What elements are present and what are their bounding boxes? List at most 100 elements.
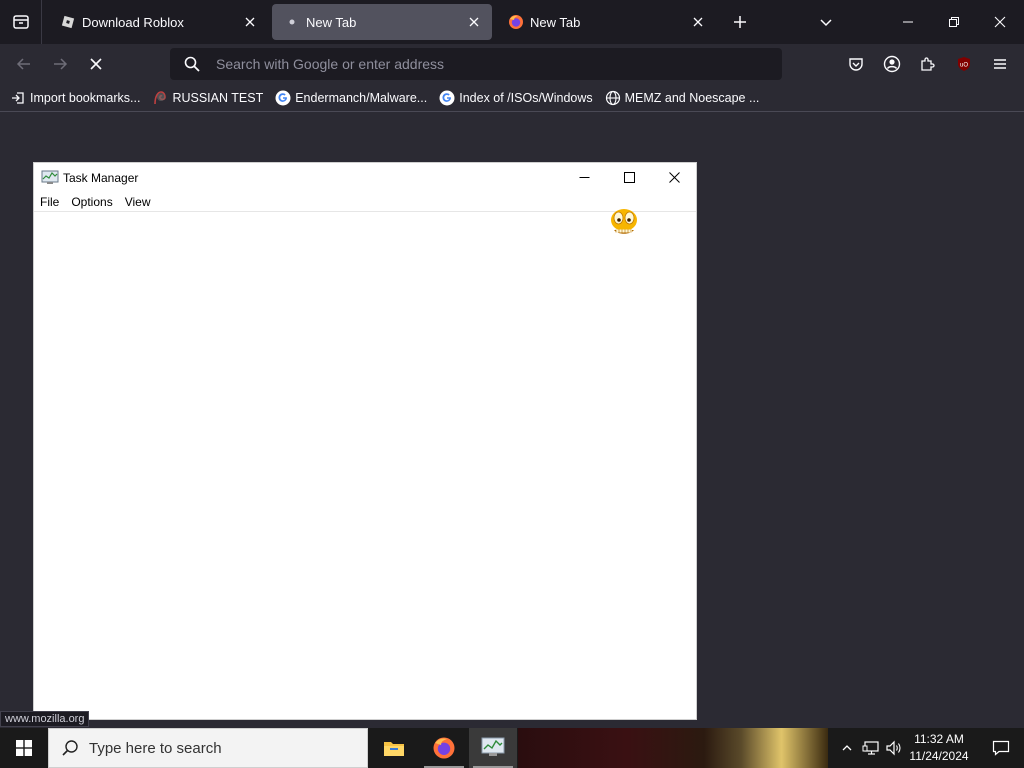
tab-new-tab[interactable]: New Tab — [496, 4, 716, 40]
dot-icon — [284, 14, 300, 30]
search-icon — [184, 56, 200, 72]
address-input[interactable] — [216, 56, 756, 72]
bookmark-label: Index of /ISOs/Windows — [459, 90, 593, 105]
bookmark-label: Endermanch/Malware... — [295, 90, 428, 105]
desktop-wallpaper-strip — [518, 728, 828, 768]
tm-maximize-button[interactable] — [606, 163, 652, 191]
network-tray-button[interactable] — [861, 738, 881, 758]
firefox-icon — [433, 737, 455, 759]
restore-icon — [949, 17, 959, 27]
taskbar-clock[interactable]: 11:32 AM 11/24/2024 — [904, 731, 974, 765]
bookmark-endermanch-malware[interactable]: Endermanch/Malware... — [275, 90, 427, 106]
firefox-view-icon — [12, 15, 29, 29]
clock-time: 11:32 AM — [914, 732, 964, 746]
start-button[interactable] — [0, 728, 48, 768]
firefox-icon — [508, 14, 524, 30]
google-icon — [439, 90, 455, 106]
pocket-button[interactable] — [840, 48, 872, 80]
roblox-icon — [60, 14, 76, 30]
google-icon — [275, 90, 291, 106]
close-tab-icon[interactable] — [688, 12, 708, 32]
address-bar[interactable] — [170, 48, 782, 80]
list-all-tabs-button[interactable] — [808, 4, 844, 40]
close-icon — [994, 16, 1006, 28]
task-manager-title-bar[interactable]: Task Manager — [34, 163, 696, 193]
navigation-toolbar: uO — [0, 44, 1024, 84]
skull-emoji-icon — [611, 209, 637, 234]
taskbar-search-box[interactable] — [48, 728, 368, 768]
bookmark-label: Import bookmarks... — [30, 90, 141, 105]
close-tab-icon[interactable] — [240, 12, 260, 32]
clock-date: 11/24/2024 — [909, 749, 969, 763]
bookmark-label: MEMZ and Noescape ... — [624, 90, 760, 105]
taskbar-firefox[interactable] — [420, 728, 468, 768]
russian-test-icon — [152, 90, 168, 106]
firefox-view-button[interactable] — [0, 0, 42, 44]
close-icon — [668, 171, 680, 183]
bookmark-russian-test[interactable]: RUSSIAN TEST — [152, 90, 263, 106]
globe-icon — [605, 90, 621, 106]
search-icon — [62, 740, 78, 756]
close-tab-icon[interactable] — [464, 12, 484, 32]
forward-button[interactable] — [44, 48, 76, 80]
tab-strip: Download Roblox New Tab New Tab — [0, 0, 1024, 44]
taskbar-search-input[interactable] — [89, 739, 359, 757]
stop-x-icon — [90, 58, 102, 70]
back-arrow-icon — [16, 58, 30, 70]
volume-tray-button[interactable] — [884, 738, 904, 758]
window-title: Task Manager — [63, 171, 139, 185]
windows-logo-icon — [16, 740, 32, 756]
task-manager-icon — [41, 170, 59, 184]
bookmark-label: RUSSIAN TEST — [172, 90, 264, 105]
account-icon — [883, 55, 901, 73]
extensions-button[interactable] — [912, 48, 944, 80]
minimize-icon — [579, 176, 589, 178]
minimize-window-button[interactable] — [890, 4, 926, 40]
bookmarks-toolbar: Import bookmarks... RUSSIAN TEST Enderma… — [0, 84, 1024, 112]
taskbar-task-manager[interactable] — [469, 728, 517, 768]
task-manager-window[interactable]: Task Manager File Options View — [33, 162, 697, 720]
tab-label: New Tab — [306, 14, 357, 30]
bookmark-index-isos[interactable]: Index of /ISOs/Windows — [439, 90, 593, 106]
ublock-origin-button[interactable]: uO — [948, 48, 980, 80]
back-button[interactable] — [8, 48, 40, 80]
menu-options[interactable]: Options — [71, 195, 112, 209]
task-manager-menu-bar: File Options View — [34, 193, 696, 212]
link-status-panel: www.mozilla.org — [0, 711, 90, 727]
minimize-icon — [903, 21, 913, 23]
task-manager-icon — [481, 737, 505, 756]
network-icon — [862, 741, 879, 755]
account-button[interactable] — [876, 48, 908, 80]
tm-minimize-button[interactable] — [561, 163, 607, 191]
restore-window-button[interactable] — [936, 4, 972, 40]
hamburger-menu-icon — [994, 59, 1006, 69]
forward-arrow-icon — [54, 58, 68, 70]
bookmark-memz-noescape[interactable]: MEMZ and Noescape ... — [605, 90, 760, 106]
ublock-origin-icon: uO — [958, 57, 970, 71]
tab-new-tab-selected[interactable]: New Tab — [272, 4, 492, 40]
stop-button[interactable] — [80, 48, 112, 80]
import-icon — [10, 90, 26, 106]
taskbar-file-explorer[interactable] — [370, 728, 418, 768]
puzzle-piece-icon — [921, 57, 935, 71]
bookmark-import[interactable]: Import bookmarks... — [10, 90, 140, 106]
close-window-button[interactable] — [982, 4, 1018, 40]
speaker-icon — [886, 740, 901, 756]
tab-label: New Tab — [530, 14, 581, 30]
app-menu-button[interactable] — [984, 48, 1016, 80]
menu-file[interactable]: File — [40, 195, 59, 209]
svg-text:uO: uO — [960, 63, 968, 69]
notification-icon — [992, 740, 1010, 756]
file-explorer-icon — [384, 742, 404, 756]
menu-view[interactable]: View — [125, 195, 151, 209]
chevron-down-icon — [820, 19, 832, 27]
show-hidden-icons-button[interactable] — [837, 738, 857, 758]
maximize-icon — [623, 171, 635, 183]
action-center-button[interactable] — [978, 728, 1024, 768]
tm-close-button[interactable] — [651, 163, 697, 191]
chevron-up-icon — [842, 745, 852, 751]
plus-icon — [734, 16, 746, 28]
windows-taskbar: 11:32 AM 11/24/2024 — [0, 728, 1024, 768]
tab-download-roblox[interactable]: Download Roblox — [48, 4, 268, 40]
new-tab-button[interactable] — [722, 4, 758, 40]
